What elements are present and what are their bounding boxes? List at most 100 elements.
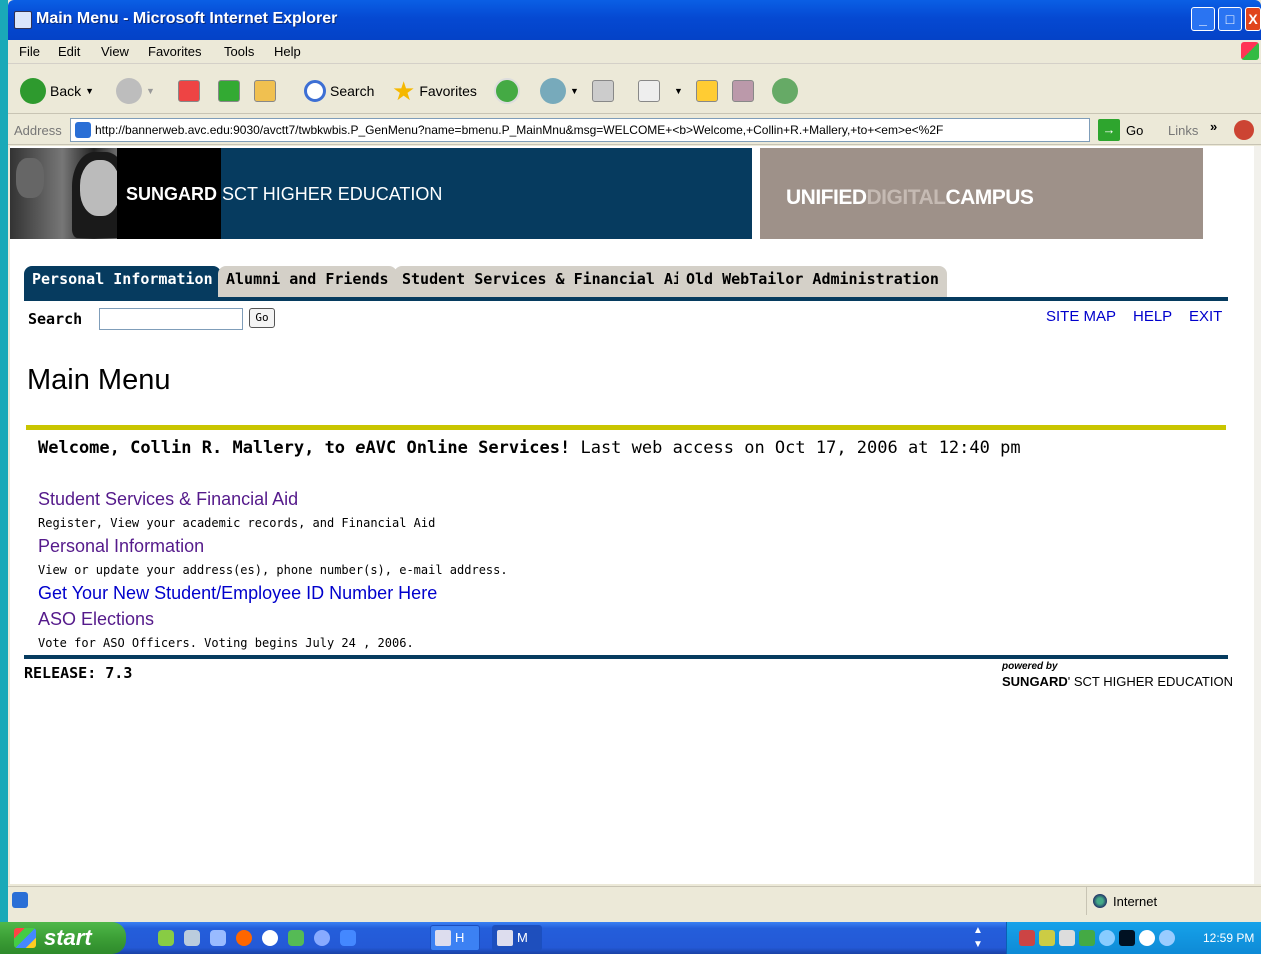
title-bar[interactable]: Main Menu - Microsoft Internet Explorer … [8,0,1261,40]
go-button[interactable]: → Go [1098,119,1143,141]
taskbar-button-ie[interactable]: M [492,925,542,951]
globe-icon [1093,894,1107,908]
home-button[interactable] [254,76,276,106]
window-title: Main Menu - Microsoft Internet Explorer [36,10,338,27]
ie-page-icon [75,122,91,138]
yellow-rule [26,425,1226,430]
toolbar: Back ▼ ▼ Search ★ Favorites ▼ ▼ [8,66,1261,114]
menu-view[interactable]: View [101,44,129,59]
menu-desc-personal-information: View or update your address(es), phone n… [38,563,508,577]
quicklaunch-icon[interactable] [236,930,252,946]
start-label: start [44,925,92,950]
home-icon [254,80,276,102]
links-label[interactable]: Links [1168,123,1198,138]
search-icon [304,80,326,102]
volume-icon[interactable] [1159,930,1175,946]
messenger-icon [772,78,798,104]
forward-button[interactable]: ▼ [116,76,155,106]
system-tray: 12:59 PM [1006,922,1261,954]
site-map-link[interactable]: SITE MAP [1046,308,1116,325]
task-label: M [517,930,528,945]
research-button[interactable] [732,76,754,106]
search-go-button[interactable]: Go [249,308,275,328]
history-button[interactable] [494,76,520,106]
tray-icon[interactable] [1039,930,1055,946]
addon-icon[interactable] [1234,120,1254,140]
back-label: Back [50,83,82,99]
stop-button[interactable] [178,76,200,106]
footer-rule [24,655,1228,659]
tray-icon[interactable] [1019,930,1035,946]
taskbar-button-word[interactable]: H [430,925,480,951]
banner-right: UNIFIEDDIGITALCAMPUS [760,148,1203,239]
maximize-button[interactable]: □ [1218,7,1242,31]
search-button[interactable]: Search [304,76,374,106]
edit-button[interactable]: ▼ [638,76,683,106]
go-label: Go [1126,122,1144,138]
forward-icon [116,78,142,104]
powered-by-label: powered by [1002,661,1058,672]
chevron-down-icon: ▼ [146,86,155,96]
tab-personal-information[interactable]: Personal Information [24,266,221,298]
tray-scroll[interactable]: ▲ ▼ [970,924,986,952]
start-button[interactable]: start [0,922,126,954]
close-button[interactable]: X [1245,7,1261,31]
tray-icon[interactable] [1079,930,1095,946]
welcome-message: Welcome, Collin R. Mallery, to eAVC Onli… [38,438,1021,458]
security-zone: Internet [1086,887,1256,915]
mail-button[interactable]: ▼ [540,76,579,106]
page-title: Main Menu [27,364,171,396]
word-icon [435,930,451,946]
menu-help[interactable]: Help [274,44,301,59]
address-bar: Address http://bannerweb.avc.edu:9030/av… [8,115,1261,145]
discuss-button[interactable] [696,76,718,106]
print-button[interactable] [592,76,614,106]
favorites-icon: ★ [392,75,416,106]
refresh-button[interactable] [218,76,240,106]
vertical-scrollbar[interactable] [1254,146,1261,884]
tab-old-webtailor[interactable]: Old WebTailor Administration [678,266,947,298]
tray-icon[interactable] [1099,930,1115,946]
quicklaunch-icon[interactable] [314,930,330,946]
go-arrow-icon: → [1098,119,1120,141]
ie-quicklaunch-icon[interactable] [340,930,356,946]
address-label: Address [14,123,62,138]
udc-logo: UNIFIEDDIGITALCAMPUS [786,186,1034,209]
menu-file[interactable]: File [19,44,40,59]
sungard-footer-logo: SUNGARD' SCT HIGHER EDUCATION [1002,674,1233,689]
menu-favorites[interactable]: Favorites [148,44,201,59]
menu-link-personal-information[interactable]: Personal Information [38,536,204,557]
back-button[interactable]: Back ▼ [20,76,94,106]
chevron-down-icon: ▼ [674,86,683,96]
menu-link-get-id-number[interactable]: Get Your New Student/Employee ID Number … [38,583,437,604]
tray-icon[interactable] [1119,930,1135,946]
menu-link-student-services[interactable]: Student Services & Financial Aid [38,489,298,510]
links-chevron[interactable]: » [1210,119,1217,134]
clock: 12:59 PM [1203,931,1255,945]
quicklaunch-icon[interactable] [288,930,304,946]
stop-icon [178,80,200,102]
tray-icon[interactable] [1059,930,1075,946]
menu-tools[interactable]: Tools [224,44,254,59]
search-label: Search [28,310,83,328]
tab-alumni-and-friends[interactable]: Alumni and Friends [218,266,397,298]
tray-icon[interactable] [1139,930,1155,946]
messenger-button[interactable] [772,76,798,106]
exit-link[interactable]: EXIT [1189,308,1222,325]
menu-link-aso-elections[interactable]: ASO Elections [38,609,154,630]
tab-student-services[interactable]: Student Services & Financial Aid [394,266,699,298]
favorites-button[interactable]: ★ Favorites [392,76,477,106]
quicklaunch-icon[interactable] [158,930,174,946]
research-icon [732,80,754,102]
windows-logo-icon [1241,42,1259,60]
search-input[interactable] [99,308,243,330]
tab-rule [24,297,1228,301]
quicklaunch-icon[interactable] [262,930,278,946]
quicklaunch-icon[interactable] [184,930,200,946]
status-bar: Internet [8,886,1261,915]
address-input[interactable]: http://bannerweb.avc.edu:9030/avctt7/twb… [70,118,1090,142]
help-link[interactable]: HELP [1133,308,1172,325]
minimize-button[interactable]: _ [1191,7,1215,31]
quicklaunch-icon[interactable] [210,930,226,946]
menu-edit[interactable]: Edit [58,44,80,59]
